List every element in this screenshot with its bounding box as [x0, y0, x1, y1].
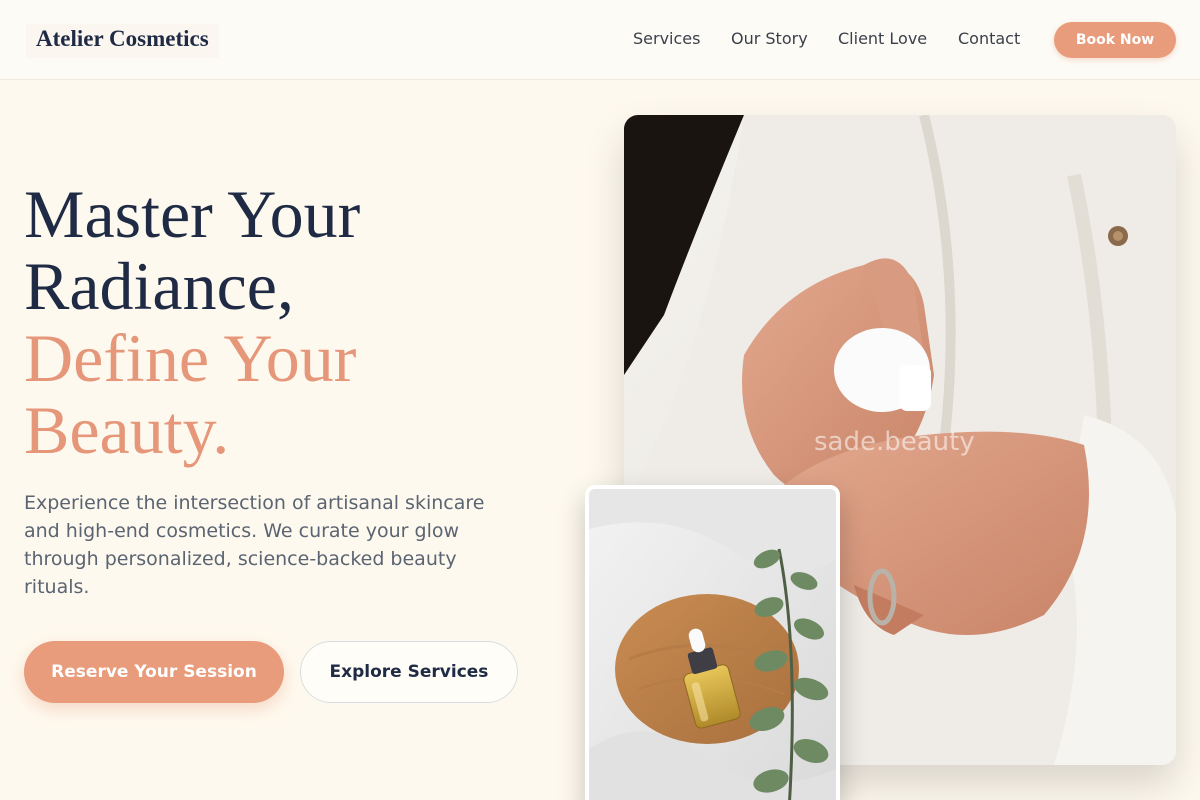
nav-link-contact[interactable]: Contact — [958, 29, 1020, 48]
serum-inset-image — [585, 485, 840, 800]
serum-bottle-eucalyptus-photo — [589, 489, 836, 800]
site-header: Atelier Cosmetics Services Our Story Cli… — [0, 0, 1200, 80]
image-watermark: sade.beauty — [814, 427, 975, 457]
main-nav: Services Our Story Client Love Contact — [0, 29, 1200, 53]
headline-line-2: Radiance, — [24, 248, 294, 324]
reserve-session-button[interactable]: Reserve Your Session — [24, 641, 284, 703]
headline-line-1: Master Your — [24, 176, 361, 252]
headline-accent-line-2: Beauty. — [24, 392, 230, 468]
nav-link-client-love[interactable]: Client Love — [838, 29, 927, 48]
nav-link-services[interactable]: Services — [633, 29, 700, 48]
explore-services-button[interactable]: Explore Services — [300, 641, 518, 703]
nav-link-our-story[interactable]: Our Story — [731, 29, 808, 48]
book-now-button[interactable]: Book Now — [1054, 22, 1176, 58]
hero-headline: Master Your Radiance, Define Your Beauty… — [24, 178, 360, 466]
hero-description: Experience the intersection of artisanal… — [24, 492, 485, 598]
headline-accent-line-1: Define Your — [24, 320, 357, 396]
